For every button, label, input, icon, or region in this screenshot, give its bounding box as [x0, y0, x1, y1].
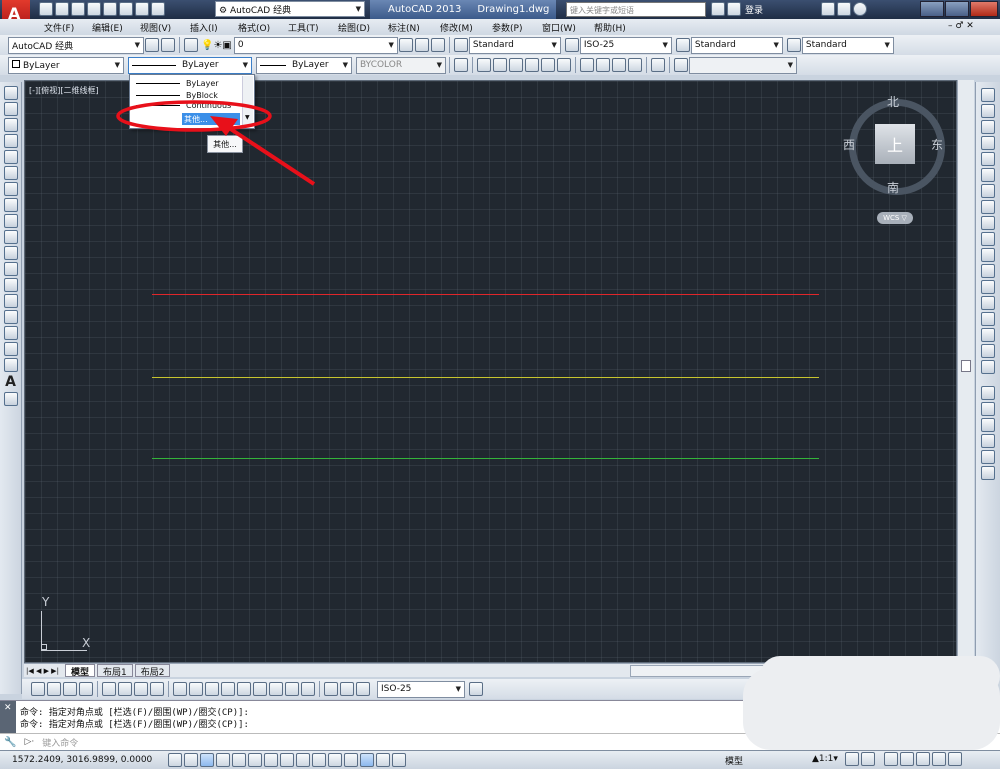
- annotation-overlay: [116, 100, 316, 186]
- annotation-ellipse: [116, 100, 272, 132]
- annotation-arrow-shaft: [224, 124, 316, 186]
